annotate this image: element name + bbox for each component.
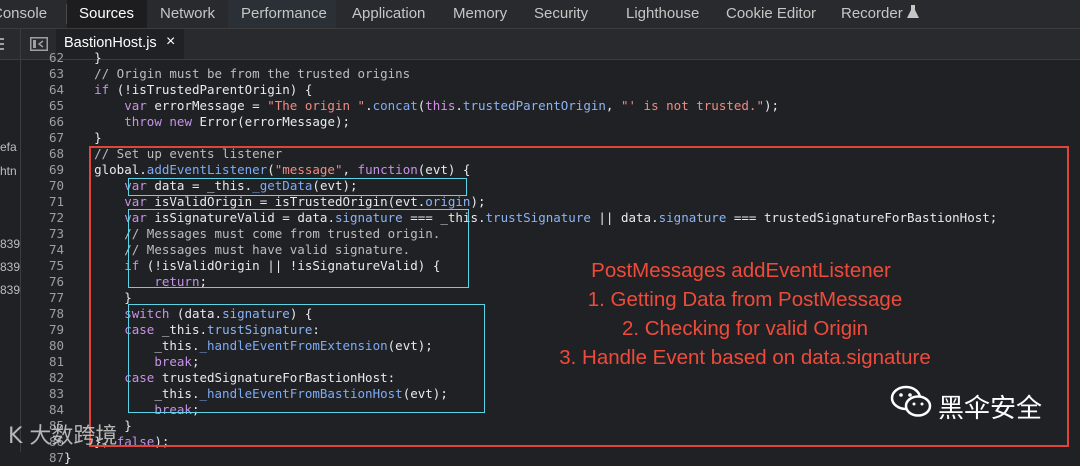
tab-label: Memory: [453, 5, 508, 22]
annotation-step-3: 3. Handle Event based on data.signature: [559, 346, 931, 369]
annotation-step-2: 2. Checking for valid Origin: [621, 317, 869, 340]
line-number[interactable]: 79: [24, 322, 64, 338]
navigator-item[interactable]: efa: [0, 140, 17, 154]
wechat-logo-icon: [890, 385, 932, 417]
line-number[interactable]: 87: [24, 450, 64, 466]
line-number[interactable]: 84: [24, 402, 64, 418]
tab-console[interactable]: Console: [0, 0, 62, 28]
line-number[interactable]: 62: [24, 50, 64, 66]
code-line[interactable]: }: [64, 50, 102, 66]
navigator-pane: efa htn 839 839 839: [0, 60, 21, 452]
line-number[interactable]: 66: [24, 114, 64, 130]
tab-label: Recorder: [841, 5, 903, 22]
line-number[interactable]: 76: [24, 274, 64, 290]
file-tab-bar: BastionHost.js ×: [0, 29, 1080, 60]
code-line[interactable]: }: [64, 450, 72, 466]
tab-lighthouse[interactable]: Lighthouse: [606, 0, 706, 28]
line-number[interactable]: 65: [24, 98, 64, 114]
line-number[interactable]: 63: [24, 66, 64, 82]
file-tab-label: BastionHost.js: [64, 35, 157, 51]
navigator-item[interactable]: 839: [0, 283, 20, 297]
tab-network[interactable]: Network: [147, 0, 227, 28]
tab-performance[interactable]: Performance: [228, 0, 336, 28]
tab-label: Sources: [79, 5, 135, 22]
line-number[interactable]: 72: [24, 210, 64, 226]
line-number[interactable]: 80: [24, 338, 64, 354]
flask-icon: [907, 5, 919, 18]
tab-application[interactable]: Application: [337, 0, 437, 28]
code-line[interactable]: throw new Error(errorMessage);: [64, 114, 350, 130]
line-number-gutter: 62 63 64 65 66 67 68 69 70 71 72 73 74 75 76 77 78 79 80 81…: [21, 50, 67, 465]
cyan-highlight-box-validation: [128, 209, 469, 288]
navigator-item[interactable]: 839: [0, 260, 20, 274]
line-number[interactable]: 75: [24, 258, 64, 274]
close-icon[interactable]: ×: [166, 33, 175, 51]
code-line[interactable]: if (!isTrustedParentOrigin) {: [64, 82, 312, 98]
code-line[interactable]: var errorMessage = "The origin ".concat(…: [64, 98, 779, 114]
line-number[interactable]: 73: [24, 226, 64, 242]
tab-label: Lighthouse: [626, 5, 700, 22]
line-number[interactable]: 68: [24, 146, 64, 162]
devtools-tabbar: Console Sources Network Performance Appl…: [0, 0, 1080, 29]
code-line[interactable]: // Origin must be from the trusted origi…: [64, 66, 410, 82]
cyan-highlight-box-switch: [128, 304, 485, 413]
tab-label: Application: [352, 5, 426, 22]
line-number[interactable]: 81: [24, 354, 64, 370]
tab-label: Cookie Editor: [726, 5, 817, 22]
line-number[interactable]: 78: [24, 306, 64, 322]
watermark-logo-bottom: K 大数跨境: [8, 424, 118, 449]
line-number[interactable]: 71: [24, 194, 64, 210]
tab-label: Network: [160, 5, 216, 22]
divider: [20, 29, 21, 59]
line-number[interactable]: 69: [24, 162, 64, 178]
line-number[interactable]: 74: [24, 242, 64, 258]
annotation-step-1: 1. Getting Data from PostMessage: [587, 288, 903, 311]
tab-label: Performance: [241, 5, 327, 22]
tab-cookie-editor[interactable]: Cookie Editor: [707, 0, 827, 28]
line-number[interactable]: 64: [24, 82, 64, 98]
code-line[interactable]: }: [64, 130, 102, 146]
navigator-toggle-icon[interactable]: [0, 29, 14, 59]
line-number[interactable]: 67: [24, 130, 64, 146]
annotation-title: PostMessages addEventListener: [591, 259, 891, 282]
navigator-item[interactable]: 839: [0, 237, 20, 251]
line-number[interactable]: 70: [24, 178, 64, 194]
tab-label: Security: [534, 5, 589, 22]
line-number[interactable]: 83: [24, 386, 64, 402]
tab-sources[interactable]: Sources: [67, 0, 147, 28]
line-number[interactable]: 82: [24, 370, 64, 386]
tab-recorder[interactable]: Recorder: [828, 0, 938, 28]
cyan-highlight-box-getdata: [128, 178, 467, 196]
tab-security[interactable]: Security: [519, 0, 605, 28]
tab-label: Console: [0, 5, 48, 22]
watermark-text: 黑伞安全: [938, 394, 1043, 424]
navigator-item[interactable]: htn: [0, 164, 17, 178]
sidebar-toggle-icon[interactable]: [30, 37, 48, 51]
line-number[interactable]: 77: [24, 290, 64, 306]
tab-memory[interactable]: Memory: [438, 0, 518, 28]
